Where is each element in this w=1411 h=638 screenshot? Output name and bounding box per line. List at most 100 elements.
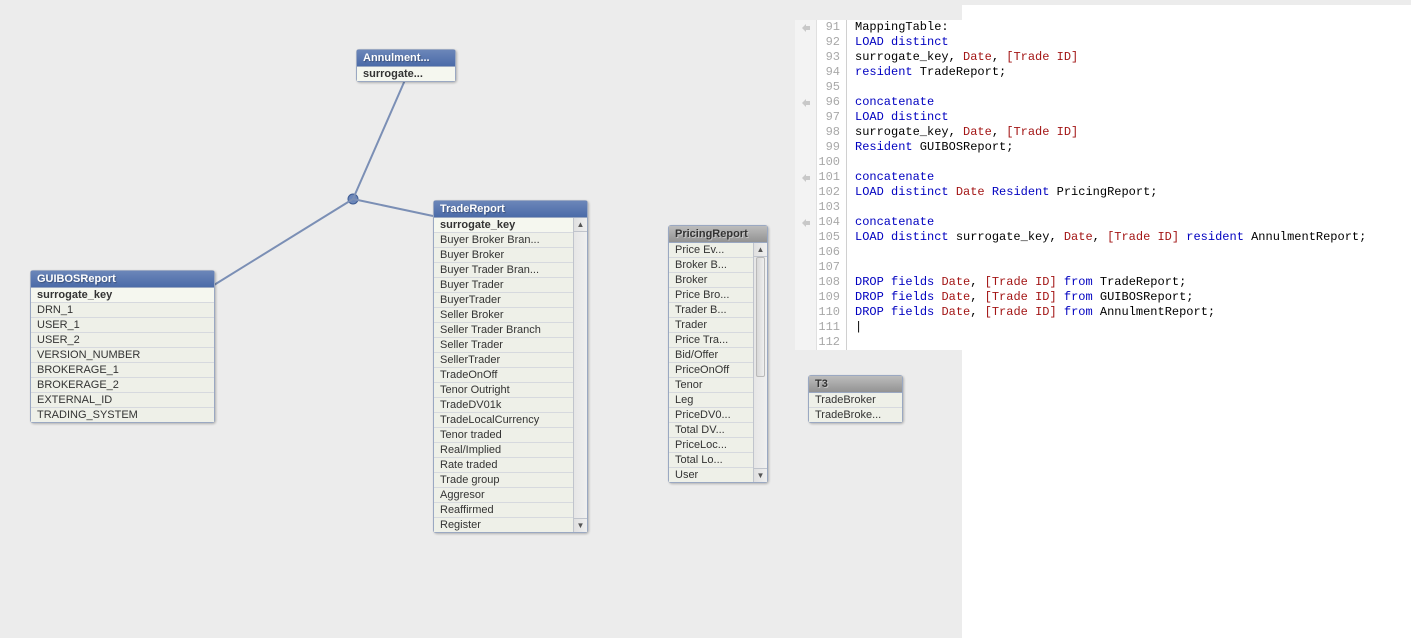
field[interactable]: Price Bro... <box>669 288 753 303</box>
field-surrogate-key[interactable]: surrogate... <box>357 67 455 81</box>
field[interactable]: PriceLoc... <box>669 438 753 453</box>
field-surrogate-key[interactable]: surrogate_key <box>434 218 573 233</box>
code-line[interactable]: LOAD distinct Date Resident PricingRepor… <box>855 185 1366 200</box>
code-line[interactable]: DROP fields Date, [Trade ID] from TradeR… <box>855 275 1366 290</box>
code-line[interactable]: Resident GUIBOSReport; <box>855 140 1366 155</box>
scroll-thumb[interactable] <box>756 257 765 377</box>
field[interactable]: Trade group <box>434 473 573 488</box>
field[interactable]: Rate traded <box>434 458 573 473</box>
code-line[interactable]: LOAD distinct surrogate_key, Date, [Trad… <box>855 230 1366 245</box>
diagram-canvas[interactable]: Annulment... surrogate... GUIBOSReport s… <box>0 0 1411 638</box>
field[interactable]: User <box>669 468 753 482</box>
field[interactable]: Seller Trader <box>434 338 573 353</box>
field[interactable]: Tenor Outright <box>434 383 573 398</box>
code-line[interactable] <box>855 260 1366 275</box>
code-line[interactable]: resident TradeReport; <box>855 65 1366 80</box>
field[interactable]: TRADING_SYSTEM <box>31 408 214 422</box>
field[interactable]: DRN_1 <box>31 303 214 318</box>
scroll-down-icon[interactable]: ▼ <box>754 468 767 482</box>
field[interactable]: Total DV... <box>669 423 753 438</box>
code-line[interactable]: surrogate_key, Date, [Trade ID] <box>855 50 1366 65</box>
scrollbar[interactable]: ▲ ▼ <box>573 218 587 532</box>
code-line[interactable]: MappingTable: <box>855 20 1366 35</box>
field[interactable]: Bid/Offer <box>669 348 753 363</box>
line-number: 94 <box>817 65 840 80</box>
table-title[interactable]: PricingReport <box>669 226 767 243</box>
code-line[interactable]: | <box>855 320 1366 335</box>
pin-icon[interactable] <box>801 23 811 33</box>
table-annulment[interactable]: Annulment... surrogate... <box>356 49 456 82</box>
field[interactable]: TradeBroke... <box>809 408 902 422</box>
scroll-up-icon[interactable]: ▲ <box>754 243 767 257</box>
table-title[interactable]: Annulment... <box>357 50 455 67</box>
line-number: 106 <box>817 245 840 260</box>
field[interactable]: Buyer Broker <box>434 248 573 263</box>
field-surrogate-key[interactable]: surrogate_key <box>31 288 214 303</box>
code-line[interactable]: concatenate <box>855 95 1366 110</box>
code-line[interactable]: DROP fields Date, [Trade ID] from GUIBOS… <box>855 290 1366 305</box>
field[interactable]: Leg <box>669 393 753 408</box>
field[interactable]: PriceDV0... <box>669 408 753 423</box>
code-line[interactable] <box>855 155 1366 170</box>
field[interactable]: USER_1 <box>31 318 214 333</box>
field[interactable]: Trader B... <box>669 303 753 318</box>
field[interactable]: Tenor <box>669 378 753 393</box>
table-guibos[interactable]: GUIBOSReport surrogate_key DRN_1 USER_1 … <box>30 270 215 423</box>
field[interactable]: Tenor traded <box>434 428 573 443</box>
code-line[interactable] <box>855 245 1366 260</box>
field[interactable]: VERSION_NUMBER <box>31 348 214 363</box>
code-line[interactable]: concatenate <box>855 170 1366 185</box>
table-title[interactable]: TradeReport <box>434 201 587 218</box>
field[interactable]: TradeOnOff <box>434 368 573 383</box>
field[interactable]: Real/Implied <box>434 443 573 458</box>
field[interactable]: Aggresor <box>434 488 573 503</box>
code-line[interactable]: surrogate_key, Date, [Trade ID] <box>855 125 1366 140</box>
code-line[interactable]: DROP fields Date, [Trade ID] from Annulm… <box>855 305 1366 320</box>
field[interactable]: EXTERNAL_ID <box>31 393 214 408</box>
pin-icon[interactable] <box>801 218 811 228</box>
pin-icon[interactable] <box>801 98 811 108</box>
code-line[interactable]: LOAD distinct <box>855 110 1366 125</box>
field[interactable]: USER_2 <box>31 333 214 348</box>
line-number: 91 <box>817 20 840 35</box>
line-number: 98 <box>817 125 840 140</box>
code-line[interactable] <box>855 200 1366 215</box>
scroll-down-icon[interactable]: ▼ <box>574 518 587 532</box>
field[interactable]: Buyer Trader <box>434 278 573 293</box>
field[interactable]: Seller Trader Branch <box>434 323 573 338</box>
script-editor[interactable]: 9192939495969798991001011021031041051061… <box>795 20 1385 350</box>
scroll-up-icon[interactable]: ▲ <box>574 218 587 232</box>
table-t3[interactable]: T3 TradeBroker TradeBroke... <box>808 375 903 423</box>
table-title[interactable]: GUIBOSReport <box>31 271 214 288</box>
field[interactable]: BuyerTrader <box>434 293 573 308</box>
field[interactable]: Broker B... <box>669 258 753 273</box>
field[interactable]: Total Lo... <box>669 453 753 468</box>
field[interactable]: Broker <box>669 273 753 288</box>
table-trade[interactable]: TradeReport surrogate_key Buyer Broker B… <box>433 200 588 533</box>
field[interactable]: TradeBroker <box>809 393 902 408</box>
field[interactable]: BROKERAGE_1 <box>31 363 214 378</box>
code-line[interactable]: LOAD distinct <box>855 35 1366 50</box>
field[interactable]: TradeDV01k <box>434 398 573 413</box>
field[interactable]: Reaffirmed <box>434 503 573 518</box>
editor-code-body[interactable]: MappingTable:LOAD distinctsurrogate_key,… <box>847 20 1366 350</box>
field[interactable]: BROKERAGE_2 <box>31 378 214 393</box>
pin-icon[interactable] <box>801 173 811 183</box>
table-pricing[interactable]: PricingReport Price Ev... Broker B... Br… <box>668 225 768 483</box>
field[interactable]: Trader <box>669 318 753 333</box>
code-line[interactable] <box>855 80 1366 95</box>
field[interactable]: Price Tra... <box>669 333 753 348</box>
code-line[interactable]: concatenate <box>855 215 1366 230</box>
field[interactable]: Register <box>434 518 573 532</box>
code-line[interactable] <box>855 335 1366 350</box>
field[interactable]: PriceOnOff <box>669 363 753 378</box>
field[interactable]: Buyer Trader Bran... <box>434 263 573 278</box>
field[interactable]: TradeLocalCurrency <box>434 413 573 428</box>
field[interactable]: Price Ev... <box>669 243 753 258</box>
field[interactable]: Seller Broker <box>434 308 573 323</box>
line-number: 111 <box>817 320 840 335</box>
scrollbar[interactable]: ▲ ▼ <box>753 243 767 482</box>
table-title[interactable]: T3 <box>809 376 902 393</box>
field[interactable]: Buyer Broker Bran... <box>434 233 573 248</box>
field[interactable]: SellerTrader <box>434 353 573 368</box>
